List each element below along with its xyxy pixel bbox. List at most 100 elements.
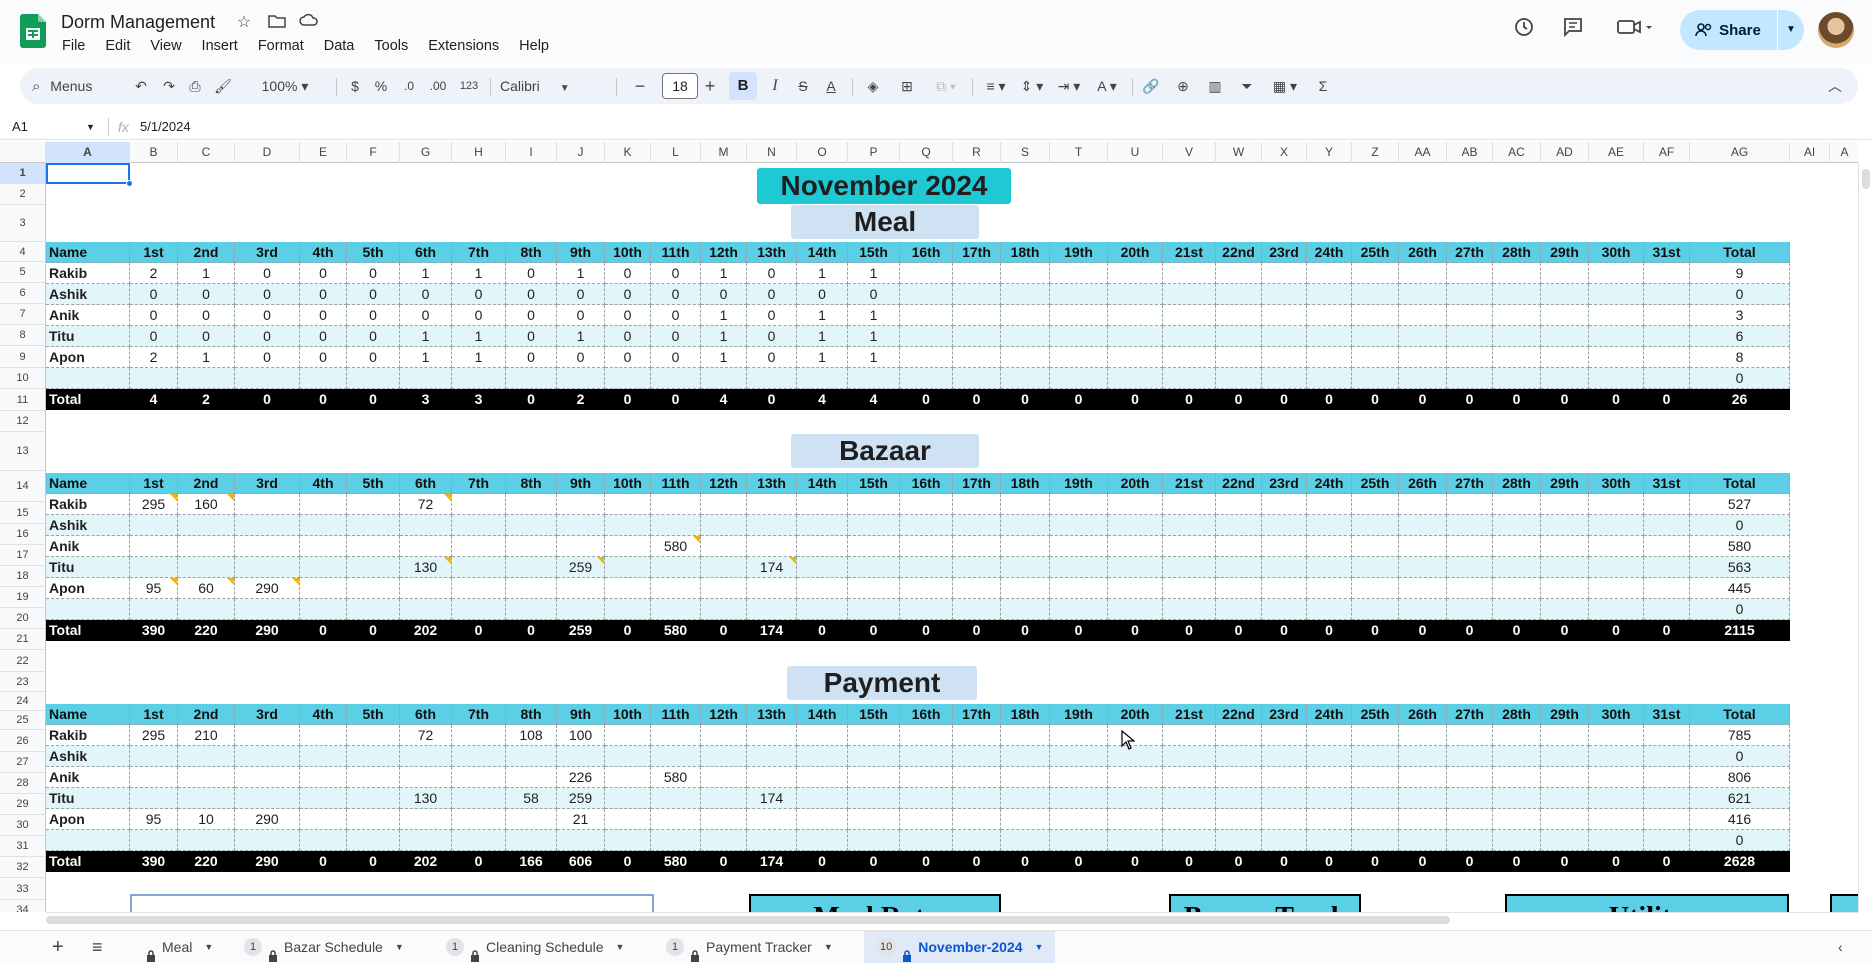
value-cell[interactable] [1216, 368, 1262, 389]
value-cell[interactable] [1108, 263, 1163, 284]
merge-cells-icon[interactable]: ⧉ ▾ [926, 68, 966, 104]
value-cell[interactable] [953, 599, 1001, 620]
day-header[interactable]: 14th [797, 242, 848, 263]
day-total[interactable]: 3 [400, 389, 452, 410]
value-cell[interactable] [178, 788, 235, 809]
value-cell[interactable] [1447, 599, 1493, 620]
day-total[interactable]: 0 [1001, 389, 1050, 410]
day-header[interactable]: 14th [797, 473, 848, 494]
value-cell[interactable] [953, 536, 1001, 557]
member-name[interactable]: Titu [46, 788, 130, 809]
value-cell[interactable] [953, 368, 1001, 389]
value-cell[interactable]: 580 [651, 767, 701, 788]
total-header[interactable]: Total [1690, 242, 1790, 263]
value-cell[interactable]: 0 [797, 284, 848, 305]
value-cell[interactable] [651, 368, 701, 389]
day-total[interactable]: 606 [557, 851, 605, 872]
row-total[interactable]: 416 [1690, 809, 1790, 830]
value-cell[interactable]: 0 [747, 284, 797, 305]
value-cell[interactable] [1262, 305, 1307, 326]
day-header[interactable]: 4th [300, 704, 347, 725]
day-total[interactable]: 580 [651, 620, 701, 641]
value-cell[interactable] [1352, 557, 1399, 578]
value-cell[interactable] [1108, 767, 1163, 788]
value-cell[interactable] [1399, 326, 1447, 347]
filter-views-icon[interactable]: ▦ ▾ [1266, 68, 1304, 104]
value-cell[interactable] [605, 746, 651, 767]
day-total[interactable]: 0 [1163, 389, 1216, 410]
day-total[interactable]: 3 [452, 389, 506, 410]
search-menus[interactable]: ⌕ Menus [32, 68, 122, 104]
value-cell[interactable] [953, 326, 1001, 347]
value-cell[interactable] [300, 746, 347, 767]
value-cell[interactable] [953, 578, 1001, 599]
value-cell[interactable] [651, 725, 701, 746]
value-cell[interactable] [605, 494, 651, 515]
value-cell[interactable]: 0 [300, 305, 347, 326]
member-name[interactable]: Anik [46, 305, 130, 326]
day-header[interactable]: 19th [1050, 242, 1108, 263]
column-header-ad[interactable]: AD [1541, 142, 1589, 163]
value-cell[interactable] [900, 284, 953, 305]
value-cell[interactable] [1163, 767, 1216, 788]
day-header[interactable]: 15th [848, 473, 900, 494]
day-total[interactable]: 0 [1050, 389, 1108, 410]
day-total[interactable]: 0 [1644, 851, 1690, 872]
day-header[interactable]: 19th [1050, 704, 1108, 725]
text-rotation-icon[interactable]: A ▾ [1090, 68, 1124, 104]
day-total[interactable]: 0 [1163, 620, 1216, 641]
day-header[interactable]: 1st [130, 473, 178, 494]
day-header[interactable]: 17th [953, 473, 1001, 494]
value-cell[interactable] [1352, 767, 1399, 788]
value-cell[interactable] [1589, 515, 1644, 536]
value-cell[interactable] [1163, 830, 1216, 851]
day-header[interactable]: 21st [1163, 704, 1216, 725]
member-name[interactable]: Titu [46, 557, 130, 578]
name-box[interactable]: A1 ▼ [12, 114, 98, 140]
day-total[interactable]: 0 [1399, 851, 1447, 872]
name-header[interactable]: Name [46, 473, 130, 494]
value-cell[interactable] [1050, 347, 1108, 368]
value-cell[interactable] [347, 578, 400, 599]
day-header[interactable]: 8th [506, 242, 557, 263]
value-cell[interactable]: 58 [506, 788, 557, 809]
menu-format[interactable]: Format [248, 36, 314, 56]
value-cell[interactable] [747, 830, 797, 851]
value-cell[interactable]: 0 [506, 263, 557, 284]
strikethrough-button[interactable]: S [792, 68, 814, 104]
value-cell[interactable] [235, 368, 300, 389]
value-cell[interactable] [235, 830, 300, 851]
day-header[interactable]: 2nd [178, 473, 235, 494]
day-header[interactable]: 20th [1108, 704, 1163, 725]
value-cell[interactable] [1541, 494, 1589, 515]
value-cell[interactable] [1108, 515, 1163, 536]
day-total[interactable]: 0 [506, 389, 557, 410]
tab-bazar-schedule[interactable]: 1 Bazar Schedule ▼ [244, 931, 404, 963]
value-cell[interactable] [1589, 830, 1644, 851]
row-total[interactable]: 621 [1690, 788, 1790, 809]
value-cell[interactable] [506, 746, 557, 767]
row-header-26[interactable]: 26 [0, 730, 46, 752]
value-cell[interactable] [1262, 515, 1307, 536]
value-cell[interactable] [1541, 809, 1589, 830]
insert-chart-icon[interactable]: ▥ [1204, 68, 1226, 104]
value-cell[interactable] [506, 767, 557, 788]
day-header[interactable]: 10th [605, 704, 651, 725]
value-cell[interactable] [953, 767, 1001, 788]
value-cell[interactable]: 1 [848, 326, 900, 347]
member-name[interactable]: Apon [46, 578, 130, 599]
value-cell[interactable] [506, 599, 557, 620]
value-cell[interactable] [1447, 809, 1493, 830]
value-cell[interactable]: 95 [130, 578, 178, 599]
row-total[interactable]: 445 [1690, 578, 1790, 599]
column-header-x[interactable]: X [1262, 142, 1307, 163]
value-cell[interactable] [1216, 536, 1262, 557]
column-header-l[interactable]: L [651, 142, 701, 163]
value-cell[interactable] [1541, 326, 1589, 347]
value-cell[interactable]: 0 [747, 263, 797, 284]
value-cell[interactable] [1352, 326, 1399, 347]
day-header[interactable]: 26th [1399, 704, 1447, 725]
value-cell[interactable] [1644, 809, 1690, 830]
row-total[interactable]: 0 [1690, 284, 1790, 305]
value-cell[interactable] [1589, 767, 1644, 788]
